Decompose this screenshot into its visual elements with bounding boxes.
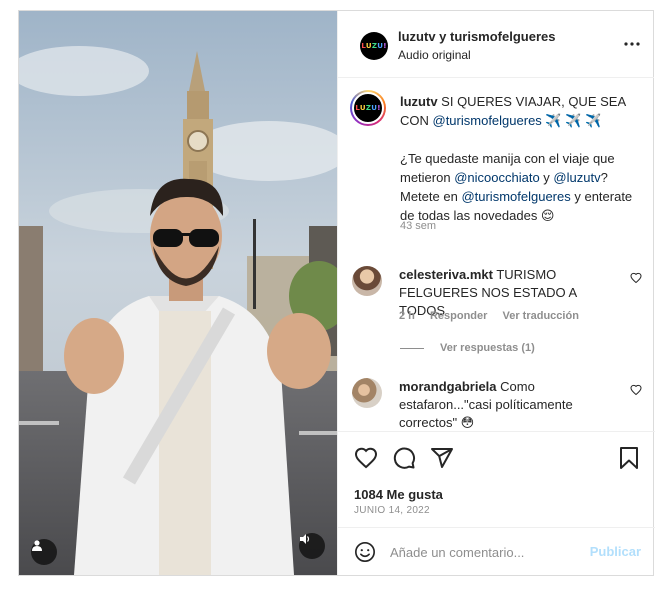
post-video[interactable]: [19, 11, 337, 575]
comments-scroll-area[interactable]: LUZU! luzutv SI QUERES VIAJAR, QUE SEA C…: [338, 78, 655, 431]
comment-meta: 2 h Responder Ver traducción: [399, 310, 591, 322]
commenter-avatar[interactable]: [352, 378, 382, 408]
comment-like-icon[interactable]: [630, 384, 642, 396]
post-actions-bar: [338, 431, 655, 470]
post-header: LUZU! luzutv y turismofelgueres Audio or…: [338, 11, 654, 78]
more-options-button[interactable]: [624, 35, 640, 46]
publish-button[interactable]: Publicar: [590, 544, 641, 559]
translate-button[interactable]: Ver traducción: [503, 310, 579, 322]
luzu-logo: LUZU!: [361, 42, 387, 50]
caption-username[interactable]: luzutv: [400, 94, 438, 109]
comment-item: celesteriva.mkt TURISMO FELGUERES NOS ES…: [352, 266, 642, 326]
heart-icon[interactable]: [354, 446, 378, 470]
post-side-panel: LUZU! luzutv y turismofelgueres Audio or…: [337, 11, 655, 575]
bookmark-icon[interactable]: [618, 446, 640, 470]
reply-button[interactable]: Responder: [430, 310, 487, 322]
mention-link[interactable]: @turismofelgueres: [433, 113, 542, 128]
post-date[interactable]: JUNIO 14, 2022: [354, 505, 430, 516]
speaker-icon: [300, 534, 310, 544]
comment-icon[interactable]: [392, 446, 416, 470]
caption-text: y: [539, 170, 554, 185]
audio-toggle-button[interactable]: [299, 533, 325, 559]
commenter-username[interactable]: morandgabriela: [399, 379, 497, 394]
emoji-icon[interactable]: [354, 541, 376, 563]
likes-count[interactable]: 1084 Me gusta: [354, 487, 443, 502]
comment-input[interactable]: [390, 540, 580, 564]
caption-author-avatar[interactable]: LUZU!: [350, 90, 386, 126]
comment-body: morandgabriela Como estafaron..."casi po…: [399, 378, 609, 431]
author-avatar[interactable]: LUZU!: [360, 32, 388, 60]
comment-composer: Publicar: [338, 527, 655, 575]
view-replies-label: Ver respuestas (1): [440, 342, 535, 354]
replies-divider: [400, 347, 424, 349]
comment-item: morandgabriela Como estafaron..."casi po…: [352, 378, 642, 431]
post-authors[interactable]: luzutv y turismofelgueres: [398, 29, 555, 44]
caption-text: ✈️ ✈️ ✈️: [541, 113, 602, 128]
user-tag-icon: [32, 540, 42, 551]
post-caption: luzutv SI QUERES VIAJAR, QUE SEA CON @tu…: [400, 92, 640, 225]
more-options-icon: [624, 42, 640, 46]
comment-time[interactable]: 2 h: [399, 310, 415, 322]
user-tag-button[interactable]: [31, 539, 57, 565]
video-frame: [19, 11, 337, 575]
view-replies-button[interactable]: Ver respuestas (1): [400, 342, 535, 354]
luzu-logo: LUZU!: [355, 104, 381, 112]
mention-link[interactable]: @turismofelgueres: [461, 189, 570, 204]
mention-link[interactable]: @luzutv: [553, 170, 600, 185]
instagram-post: LUZU! luzutv y turismofelgueres Audio or…: [18, 10, 655, 576]
commenter-avatar[interactable]: [352, 266, 382, 296]
commenter-username[interactable]: celesteriva.mkt: [399, 267, 493, 282]
comment-like-icon[interactable]: [630, 272, 642, 284]
caption-timestamp[interactable]: 43 sem: [400, 220, 436, 232]
send-icon[interactable]: [430, 446, 454, 470]
audio-label[interactable]: Audio original: [398, 48, 471, 62]
mention-link[interactable]: @nicoocchiato: [454, 170, 539, 185]
